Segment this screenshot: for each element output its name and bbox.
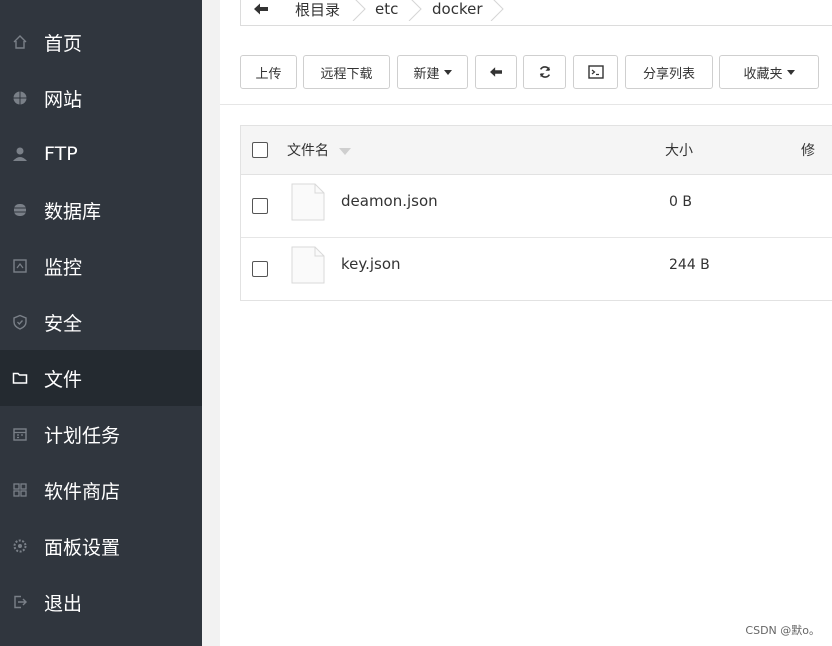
sidebar-item-label: 数据库 — [44, 200, 102, 223]
column-header-name[interactable]: 文件名 — [287, 140, 352, 160]
sidebar-item-ftp[interactable]: FTP — [0, 126, 202, 182]
file-name[interactable]: key.json — [341, 255, 401, 273]
sidebar: 首页 网站 FTP 数据库 监控 安全 文件 计划任务 软件商店 面板设置 退出 — [0, 0, 202, 646]
gear-icon — [12, 538, 28, 554]
remote-download-button[interactable]: 远程下载 — [303, 55, 390, 89]
sidebar-item-logout[interactable]: 退出 — [0, 574, 202, 630]
sidebar-item-sites[interactable]: 网站 — [0, 70, 202, 126]
file-size: 0 B — [669, 194, 692, 210]
folder-icon — [12, 370, 28, 386]
column-header-name-label: 文件名 — [287, 143, 329, 159]
refresh-icon — [539, 66, 550, 78]
row-checkbox[interactable] — [252, 198, 268, 214]
sidebar-item-app-store[interactable]: 软件商店 — [0, 462, 202, 518]
file-icon — [291, 183, 325, 221]
caret-down-icon — [786, 69, 795, 75]
column-header-modified[interactable]: 修 — [801, 140, 815, 160]
watermark: CSDN @默o。 — [745, 624, 820, 637]
calendar-icon — [12, 426, 28, 442]
sidebar-item-monitor[interactable]: 监控 — [0, 238, 202, 294]
select-all-checkbox[interactable] — [252, 142, 268, 158]
home-icon — [12, 34, 28, 50]
database-icon — [12, 202, 28, 218]
upload-button[interactable]: 上传 — [240, 55, 297, 89]
row-checkbox[interactable] — [252, 261, 268, 277]
logout-icon — [12, 594, 28, 610]
terminal-icon — [587, 65, 604, 79]
ftp-user-icon — [12, 146, 28, 162]
sidebar-item-label: 文件 — [44, 368, 83, 391]
file-table: 文件名 大小 修 deamon.json 0 B key.json 244 B — [240, 125, 832, 301]
breadcrumb-root[interactable]: 根目录 — [295, 0, 340, 25]
table-row[interactable]: key.json 244 B — [241, 238, 832, 300]
column-header-size[interactable]: 大小 — [665, 140, 693, 160]
breadcrumb-docker[interactable]: docker — [432, 0, 483, 25]
breadcrumb-separator-icon — [490, 0, 504, 21]
arrow-left-icon — [490, 67, 502, 77]
file-icon — [291, 246, 325, 284]
sidebar-item-label: 计划任务 — [44, 424, 121, 447]
sidebar-item-database[interactable]: 数据库 — [0, 182, 202, 238]
sidebar-item-label: FTP — [44, 143, 78, 165]
table-row[interactable]: deamon.json 0 B — [241, 175, 832, 238]
arrow-left-icon — [254, 3, 268, 15]
favorites-label: 收藏夹 — [743, 66, 783, 82]
apps-grid-icon — [12, 482, 28, 498]
file-manager: 根目录 etc docker 上传 远程下载 新建 分享列表 收藏夹 文件名 大… — [220, 0, 832, 646]
breadcrumb-separator-icon — [352, 0, 366, 21]
breadcrumb: 根目录 etc docker — [240, 0, 832, 26]
back-button[interactable] — [241, 0, 281, 25]
sidebar-item-label: 网站 — [44, 88, 83, 111]
sidebar-item-label: 面板设置 — [44, 536, 121, 559]
breadcrumb-separator-icon — [408, 0, 422, 21]
new-button-label: 新建 — [413, 66, 440, 82]
sidebar-item-label: 监控 — [44, 256, 83, 279]
shield-icon — [12, 314, 28, 330]
remote-download-label: 远程下载 — [320, 66, 373, 82]
sidebar-item-label: 首页 — [44, 32, 83, 55]
refresh-button[interactable] — [523, 55, 566, 89]
share-list-label: 分享列表 — [642, 66, 695, 82]
sidebar-item-security[interactable]: 安全 — [0, 294, 202, 350]
sidebar-item-home[interactable]: 首页 — [0, 14, 202, 70]
sidebar-item-files[interactable]: 文件 — [0, 350, 202, 406]
share-list-button[interactable]: 分享列表 — [625, 55, 713, 89]
sidebar-item-label: 安全 — [44, 312, 83, 335]
table-header: 文件名 大小 修 — [241, 126, 832, 175]
sidebar-item-cron[interactable]: 计划任务 — [0, 406, 202, 462]
sort-caret-icon — [339, 148, 352, 155]
sidebar-item-label: 退出 — [44, 592, 83, 615]
file-name[interactable]: deamon.json — [341, 192, 438, 210]
monitor-icon — [12, 258, 28, 274]
breadcrumb-etc[interactable]: etc — [375, 0, 398, 25]
globe-icon — [12, 90, 28, 106]
new-dropdown-button[interactable]: 新建 — [397, 55, 468, 89]
back-dir-button[interactable] — [475, 55, 517, 89]
terminal-button[interactable] — [573, 55, 618, 89]
file-size: 244 B — [669, 257, 710, 273]
favorites-dropdown-button[interactable]: 收藏夹 — [719, 55, 819, 89]
upload-button-label: 上传 — [255, 66, 282, 82]
caret-down-icon — [443, 69, 452, 75]
divider — [220, 104, 832, 105]
sidebar-item-label: 软件商店 — [44, 480, 121, 503]
sidebar-item-settings[interactable]: 面板设置 — [0, 518, 202, 574]
